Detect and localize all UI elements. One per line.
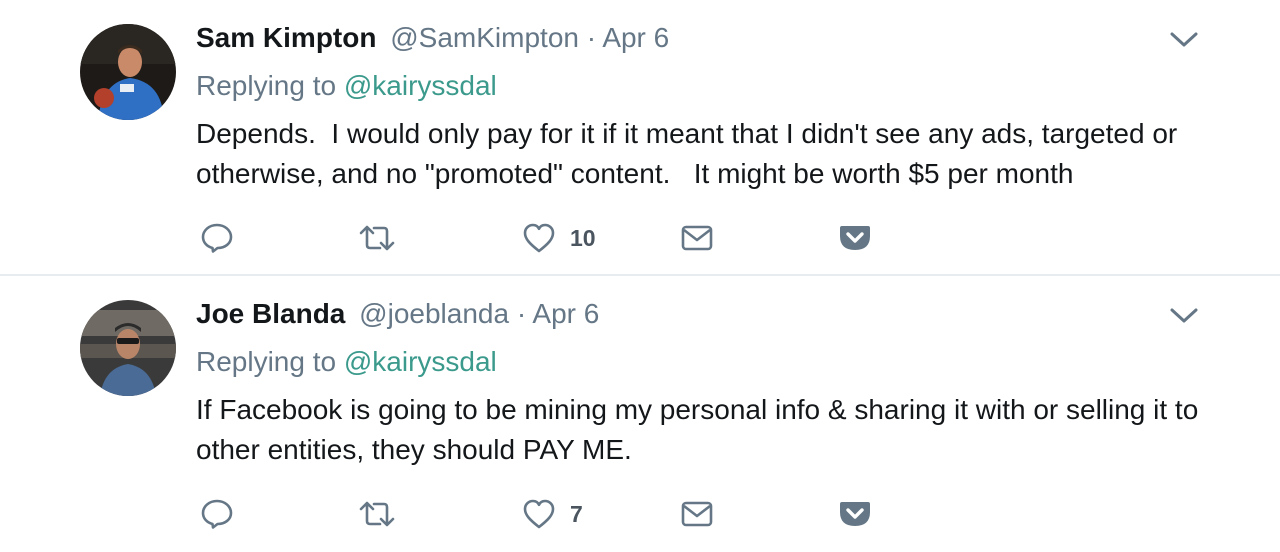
heart-icon (523, 223, 555, 253)
reply-icon (201, 499, 233, 529)
envelope-icon (681, 225, 713, 251)
user-handle[interactable]: @joeblanda (359, 298, 509, 329)
mention-link[interactable]: @kairyssdal (344, 70, 497, 101)
avatar[interactable] (80, 24, 176, 120)
direct-message-button[interactable] (680, 218, 714, 258)
replying-to: Replying to @kairyssdal (196, 344, 497, 380)
tweet-header: Sam Kimpton @SamKimpton · Apr 6 (196, 20, 669, 56)
tweet-actions: 10 (196, 218, 896, 258)
user-handle[interactable]: @SamKimpton (390, 22, 579, 53)
avatar-image (80, 24, 176, 120)
separator-dot: · (516, 298, 527, 329)
retweet-icon (359, 501, 395, 527)
replying-to-label: Replying to (196, 346, 337, 377)
tweet-text: Depends. I would only pay for it if it m… (196, 118, 1186, 189)
chevron-down-icon[interactable] (1168, 302, 1200, 328)
retweet-button[interactable] (358, 218, 396, 258)
like-count: 10 (570, 224, 596, 251)
replying-to: Replying to @kairyssdal (196, 68, 497, 104)
retweet-button[interactable] (358, 494, 396, 534)
direct-message-button[interactable] (680, 494, 714, 534)
like-button[interactable]: 7 (522, 494, 583, 534)
avatar[interactable] (80, 300, 176, 396)
pocket-button[interactable] (838, 218, 872, 258)
reply-icon (201, 223, 233, 253)
tweet-header: Joe Blanda @joeblanda · Apr 6 (196, 296, 599, 332)
reply-button[interactable] (200, 218, 234, 258)
like-button[interactable]: 10 (522, 218, 596, 258)
display-name[interactable]: Sam Kimpton (196, 22, 376, 53)
retweet-icon (359, 225, 395, 251)
tweet-date[interactable]: Apr 6 (532, 298, 599, 329)
separator-dot: · (586, 22, 597, 53)
tweet[interactable]: Sam Kimpton @SamKimpton · Apr 6 Replying… (0, 0, 1280, 276)
mention-link[interactable]: @kairyssdal (344, 346, 497, 377)
like-count: 7 (570, 500, 583, 527)
tweet[interactable]: Joe Blanda @joeblanda · Apr 6 Replying t… (0, 276, 1280, 552)
envelope-icon (681, 501, 713, 527)
replying-to-label: Replying to (196, 70, 337, 101)
tweet-date[interactable]: Apr 6 (602, 22, 669, 53)
pocket-icon (840, 502, 870, 526)
reply-button[interactable] (200, 494, 234, 534)
heart-icon (523, 499, 555, 529)
pocket-button[interactable] (838, 494, 872, 534)
display-name[interactable]: Joe Blanda (196, 298, 345, 329)
tweet-text: If Facebook is going to be mining my per… (196, 394, 1207, 465)
chevron-down-icon[interactable] (1168, 26, 1200, 52)
pocket-icon (840, 226, 870, 250)
tweet-actions: 7 (196, 494, 896, 534)
avatar-image (80, 300, 176, 396)
